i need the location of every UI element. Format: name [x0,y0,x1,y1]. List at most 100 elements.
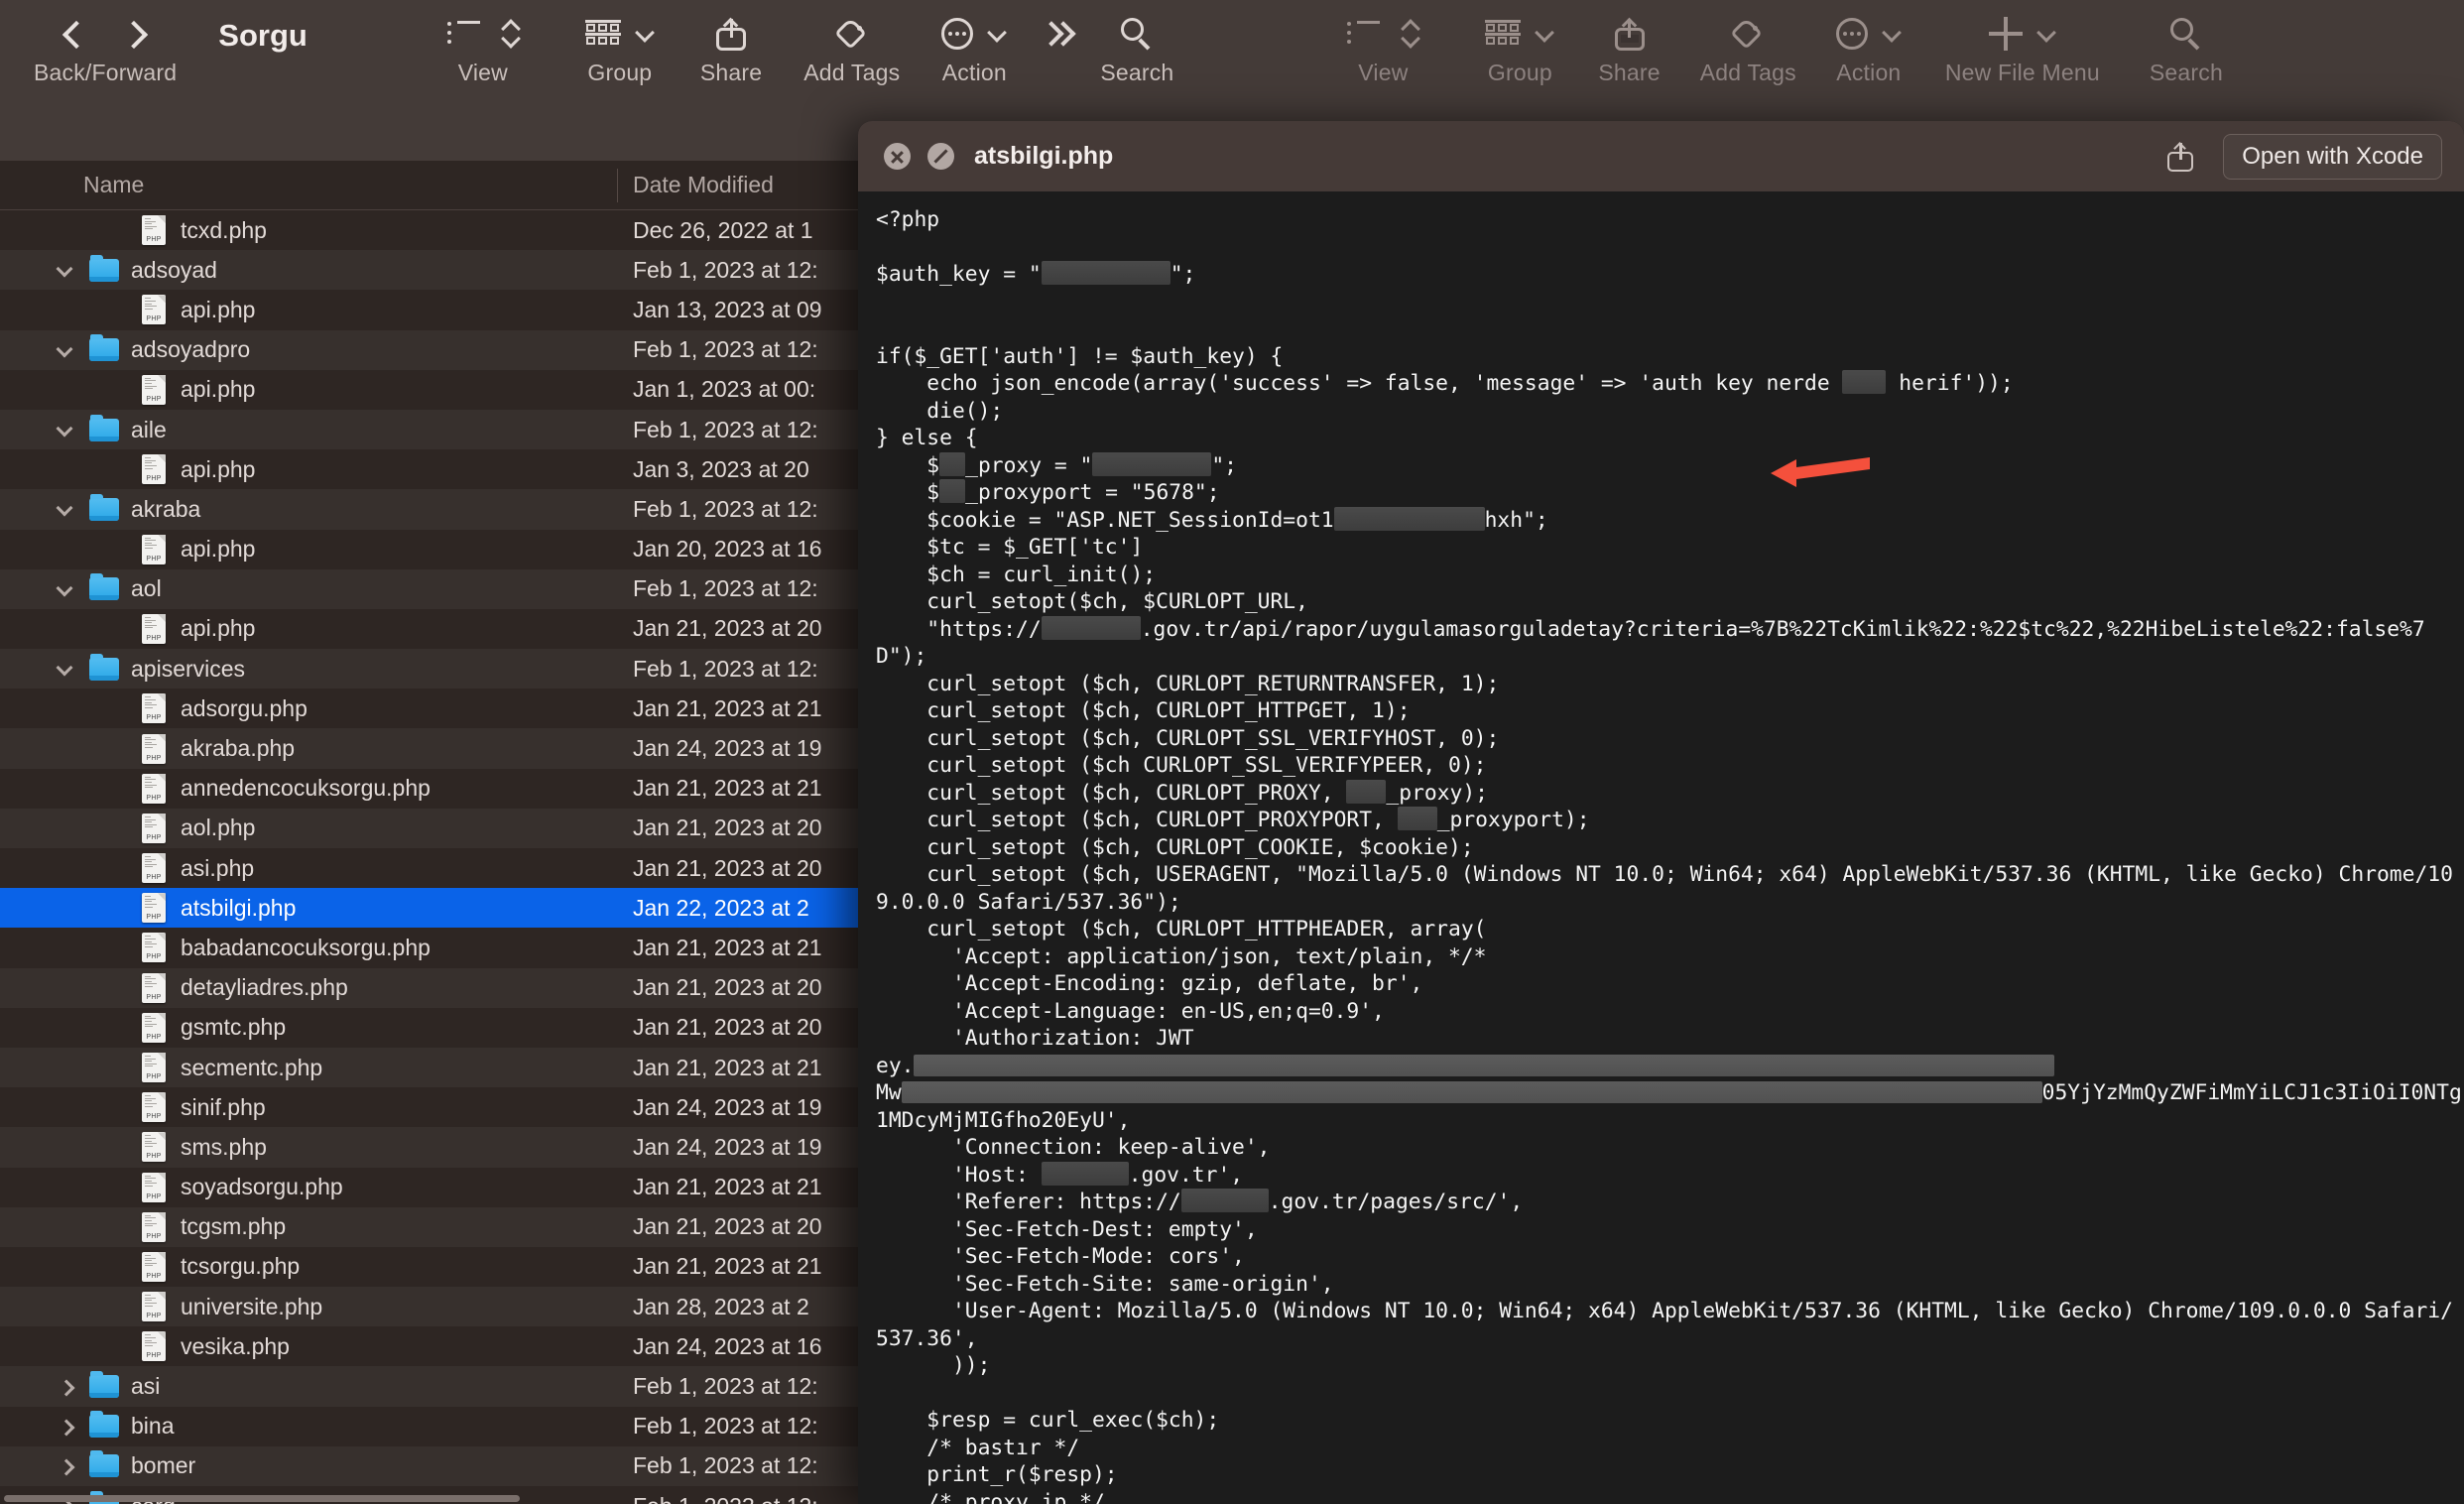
toolbar-overflow-group[interactable] [1041,0,1074,56]
search-icon[interactable] [2169,18,2202,51]
php-file-icon: PHP [142,1292,166,1322]
fullscreen-icon[interactable] [927,143,954,170]
file-date-modified: Jan 21, 2023 at 21 [633,1054,822,1080]
file-name: adsoyad [131,256,217,283]
file-date-modified: Jan 21, 2023 at 20 [633,1014,822,1041]
window-title: Sorgu [218,18,308,53]
toolbar-group-group[interactable]: Group [584,0,655,86]
file-date-modified: Jan 28, 2023 at 2 [633,1293,809,1319]
file-name: bomer [131,1452,196,1479]
horizontal-scrollbar[interactable] [0,1492,853,1504]
action-ellipsis-icon[interactable] [1835,18,1868,50]
folder-icon [89,334,119,362]
toolbar-action-group[interactable]: Action [941,0,1007,86]
chevron-down-icon[interactable] [2036,24,2056,44]
redacted-block [939,479,966,503]
bg-toolbar-search-group[interactable]: Search [2150,0,2223,86]
bg-toolbar-action-group[interactable]: Action [1835,0,1902,86]
chevron-right-icon[interactable] [58,1418,75,1436]
folder-icon [89,1411,119,1439]
tag-icon[interactable] [1730,17,1765,50]
bg-toolbar-action-label: Action [1836,60,1902,85]
list-view-icon[interactable] [1346,21,1381,47]
file-name: tcsorgu.php [181,1253,301,1280]
chevron-down-icon[interactable] [58,580,75,598]
redacted-block [1041,615,1141,640]
share-icon[interactable] [1614,17,1645,51]
share-icon[interactable] [2167,141,2194,172]
chevron-down-icon[interactable] [58,261,75,279]
column-header-date-modified[interactable]: Date Modified [633,172,774,198]
folder-icon [89,414,119,441]
scrollbar-thumb[interactable] [4,1495,520,1502]
php-file-icon: PHP [142,613,166,644]
php-file-icon: PHP [142,534,166,564]
file-name: api.php [181,296,256,322]
bg-toolbar-addtags-group[interactable]: Add Tags [1700,0,1796,86]
chevron-down-icon[interactable] [58,421,75,439]
toolbar-addtags-group[interactable]: Add Tags [803,0,900,86]
redacted-block [1397,807,1437,830]
toolbar-share-group[interactable]: Share [700,0,762,86]
chevron-down-icon[interactable] [987,24,1007,44]
toolbar-action-label: Action [941,60,1007,85]
chevron-down-icon[interactable] [58,500,75,518]
open-with-xcode-button[interactable]: Open with Xcode [2223,133,2442,180]
bg-toolbar-addtags-label: Add Tags [1699,60,1796,85]
grid-icon[interactable] [1485,20,1522,48]
file-date-modified: Jan 21, 2023 at 21 [633,1174,822,1200]
php-file-icon: PHP [142,933,166,963]
search-icon[interactable] [1121,18,1153,51]
list-view-icon[interactable] [446,21,480,47]
sort-updown-icon[interactable] [502,18,520,50]
redacted-block [1092,451,1212,476]
php-file-icon: PHP [142,374,166,405]
file-name: asi [131,1373,161,1400]
file-date-modified: Jan 21, 2023 at 20 [633,974,822,1001]
chevron-down-icon[interactable] [58,341,75,359]
grid-icon[interactable] [584,20,621,48]
folder-icon [89,493,119,521]
file-name: babadancocuksorgu.php [181,934,431,960]
bg-toolbar-share-group[interactable]: Share [1598,0,1661,86]
file-name: tcgsm.php [181,1213,287,1240]
file-date-modified: Feb 1, 2023 at 12: [633,495,818,522]
bg-toolbar-group-group[interactable]: Group [1485,0,1554,86]
toolbar-view-group[interactable]: View [446,0,520,86]
share-icon[interactable] [716,17,747,51]
column-header-name[interactable]: Name [83,172,144,198]
tag-icon[interactable] [834,17,869,50]
file-date-modified: Feb 1, 2023 at 12: [633,1413,818,1440]
file-name: adsorgu.php [181,694,308,721]
chevron-down-icon[interactable] [1535,24,1554,44]
quicklook-body[interactable]: <?php $auth_key = " "; if($_GET['auth'] !… [858,192,2464,1504]
php-file-icon: PHP [142,893,166,924]
php-file-icon: PHP [142,733,166,764]
chevron-right-icon[interactable] [58,1378,75,1396]
toolbar-search-group[interactable]: Search [1100,0,1173,86]
double-chevron-right-icon[interactable] [1041,19,1074,49]
plus-icon[interactable] [1988,17,2023,51]
sort-updown-icon[interactable] [1402,18,1419,50]
chevron-down-icon[interactable] [635,24,655,44]
bg-toolbar-newfile-group[interactable]: New File Menu [1945,0,2100,86]
chevron-down-icon[interactable] [58,660,75,678]
back-button[interactable] [66,17,86,51]
close-icon[interactable] [884,143,911,170]
forward-button[interactable] [124,17,144,51]
php-file-icon: PHP [142,773,166,804]
file-name: api.php [181,615,256,642]
file-date-modified: Jan 24, 2023 at 19 [633,1133,822,1160]
chevron-right-icon[interactable] [58,1457,75,1475]
file-name: aol [131,575,162,602]
file-name: universite.php [181,1293,323,1319]
redacted-block [1842,370,1887,394]
file-name: api.php [181,536,256,563]
file-date-modified: Feb 1, 2023 at 12: [633,575,818,602]
file-name: bina [131,1413,175,1440]
bg-toolbar-view-group[interactable]: View [1346,0,1419,86]
redacted-block [1041,261,1170,285]
file-name: atsbilgi.php [181,894,297,921]
action-ellipsis-icon[interactable] [941,18,974,50]
chevron-down-icon[interactable] [1882,24,1902,44]
